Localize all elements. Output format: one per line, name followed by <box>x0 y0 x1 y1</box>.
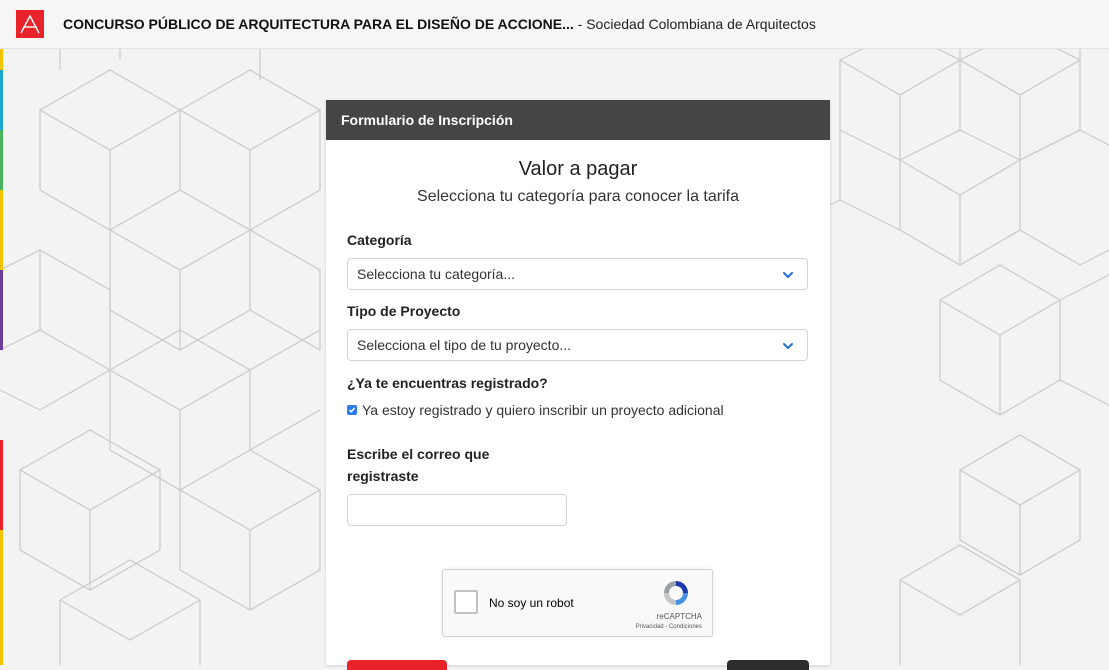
chevron-down-icon <box>783 343 793 349</box>
email-label-line1: Escribe el correo que <box>347 446 490 462</box>
checkmark-icon <box>349 407 356 413</box>
contest-title: CONCURSO PÚBLICO DE ARQUITECTURA PARA EL… <box>63 16 574 32</box>
registered-question: ¿Ya te encuentras registrado? <box>347 375 548 391</box>
recaptcha-logo-icon <box>664 581 688 605</box>
chevron-down-icon <box>783 272 793 278</box>
category-label: Categoría <box>347 232 412 248</box>
payment-subheading: Selecciona tu categoría para conocer la … <box>417 188 739 205</box>
registration-form-card: Formulario de Inscripción Valor a pagar … <box>326 100 830 670</box>
recaptcha-checkbox[interactable] <box>454 590 478 614</box>
page-title: CONCURSO PÚBLICO DE ARQUITECTURA PARA EL… <box>63 16 816 32</box>
project-type-select-value: Selecciona el tipo de tu proyecto... <box>357 337 572 353</box>
top-bar: CONCURSO PÚBLICO DE ARQUITECTURA PARA EL… <box>0 0 1109 49</box>
email-input[interactable] <box>347 494 567 526</box>
category-select[interactable]: Selecciona tu categoría... <box>347 258 808 290</box>
sca-logo-icon[interactable] <box>16 10 44 38</box>
registered-checkbox[interactable] <box>347 405 357 415</box>
recaptcha-label: No soy un robot <box>489 596 574 610</box>
payment-heading: Valor a pagar <box>518 158 638 180</box>
edge-color-stripes <box>0 0 3 665</box>
back-button[interactable] <box>347 660 447 670</box>
registered-checkbox-row[interactable]: Ya estoy registrado y quiero inscribir u… <box>347 402 724 418</box>
organization-name: - Sociedad Colombiana de Arquitectos <box>573 16 816 32</box>
recaptcha-terms-link[interactable]: Privacidad - Condiciones <box>636 624 702 630</box>
recaptcha-brand: reCAPTCHA <box>656 612 702 621</box>
project-type-select[interactable]: Selecciona el tipo de tu proyecto... <box>347 329 808 361</box>
email-label-line2: registraste <box>347 468 419 484</box>
registered-checkbox-label: Ya estoy registrado y quiero inscribir u… <box>362 402 724 418</box>
recaptcha-widget: No soy un robot reCAPTCHA Privacidad - C… <box>442 569 713 637</box>
category-select-value: Selecciona tu categoría... <box>357 266 515 282</box>
next-button[interactable] <box>727 660 809 670</box>
project-type-label: Tipo de Proyecto <box>347 303 461 319</box>
form-header: Formulario de Inscripción <box>326 100 830 140</box>
